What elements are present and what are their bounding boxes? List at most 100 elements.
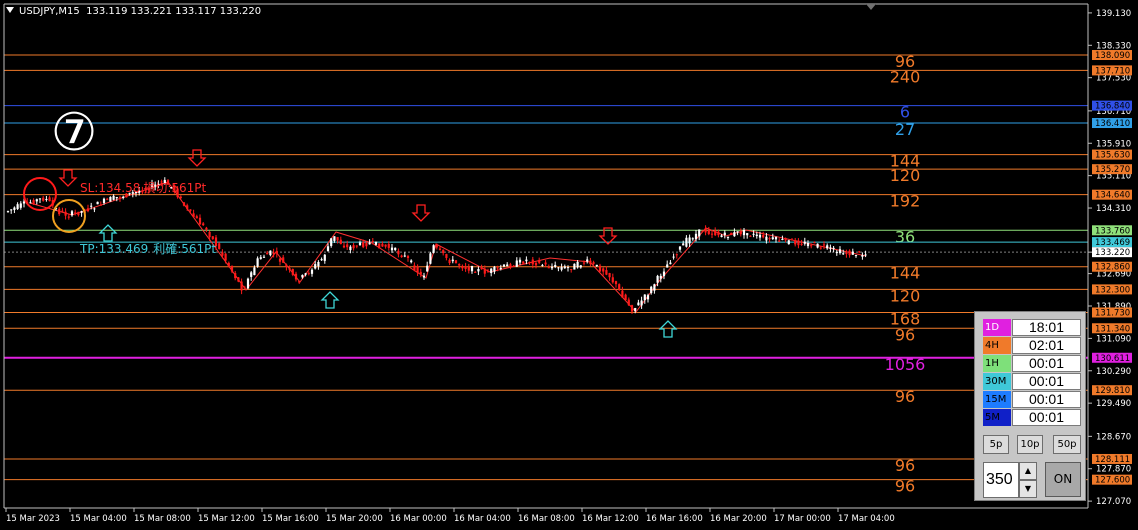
candle-body [368,242,371,245]
candle-body [29,202,32,204]
candle-body [403,255,406,257]
candle-body [454,260,458,264]
candle-body [858,251,861,253]
candle-body [413,265,416,271]
candle-body [275,250,278,254]
candle-body [406,256,410,258]
candle-body [563,266,566,269]
candle-body [528,261,531,263]
time-tick-label: 15 Mar 16:00 [262,514,319,524]
spinner-up-icon[interactable]: ▲ [1019,462,1037,480]
stop-loss-label: SL:134.58 損切:561Pt [80,180,207,195]
candle-body [195,216,198,219]
candle-body [486,271,490,273]
candle-body [205,227,208,230]
level-count-label: 36 [895,227,915,246]
candle-body [592,262,595,264]
candle-body [96,201,99,205]
candle-body [586,259,589,262]
level-count-label: 240 [890,67,921,86]
level-price-text: 135.630 [1095,151,1130,161]
pips-10-button[interactable]: 10p [1017,435,1043,454]
candle-body [410,260,413,263]
pips-5-button[interactable]: 5p [983,435,1009,454]
candle-body [819,247,822,249]
candle-body [189,209,192,211]
candle-body [560,266,563,270]
candle-body [480,267,483,270]
candle-body [371,240,374,242]
candle-body [842,253,845,255]
candle-body [179,196,182,199]
candle-body [864,254,867,256]
candle-body [397,250,400,255]
candle-body [800,243,803,245]
candle-body [595,264,598,267]
countdown-time: 00:01 [1012,391,1081,408]
candle-body [646,295,650,300]
candle-body [522,261,525,264]
symbol-timeframe: USDJPY,M15 [19,6,80,17]
level-price-text: 135.270 [1095,165,1130,175]
candle-body [365,242,368,247]
timeframe-badge: 30M [983,373,1011,390]
candle-body [61,210,64,212]
candle-body [749,235,752,237]
candle-body [256,258,259,267]
candle-body [691,238,694,240]
candle-body [541,265,544,267]
level-price-text: 131.730 [1095,308,1130,318]
time-tick-label: 15 Mar 12:00 [198,514,255,524]
candle-body [259,257,262,259]
candle-body [544,262,547,265]
level-price-text: 127.600 [1095,476,1130,486]
candle-body [384,244,387,247]
candle-body [208,231,211,238]
level-count-label: 96 [895,325,915,344]
candle-body [518,259,522,263]
candle-body [32,200,35,205]
candle-body [566,267,570,269]
candle-body [499,267,502,270]
candle-body [394,247,397,250]
time-tick-label: 15 Mar 08:00 [134,514,191,524]
pips-50-button[interactable]: 50p [1053,435,1081,454]
candle-body [464,266,467,269]
candle-body [723,232,726,236]
candle-body [704,228,707,233]
candle-body [470,266,474,272]
current-price-text: 133.220 [1095,248,1130,258]
candle-body [218,243,221,249]
candle-body [589,260,592,265]
timeframe-badge: 1H [983,355,1011,372]
candle-body [832,247,835,250]
candle-body [774,237,778,240]
candle-body [432,245,435,253]
candle-body [422,275,426,278]
candle-body [230,265,234,272]
candle-body [794,240,797,245]
candle-body [765,236,768,241]
price-chart[interactable]: 9624062714412019236144120168961056969696… [0,0,1138,530]
candle-body [573,263,576,270]
pips-spinner-input[interactable]: 350 [983,462,1019,498]
countdown-row: 1H 00:01 [983,355,1083,372]
candle-body [326,246,330,252]
candle-body [730,232,733,235]
candle-body [650,286,653,293]
candle-body [547,267,550,269]
candle-body [278,258,282,262]
candle-body [13,207,16,210]
spinner-down-icon[interactable]: ▼ [1019,480,1037,498]
time-tick-label: 15 Mar 04:00 [70,514,127,524]
candle-body [435,244,438,248]
candle-body [602,268,605,272]
price-tick-label: 129.490 [1096,399,1131,409]
triangle-down-icon[interactable] [6,7,14,13]
candle-body [598,265,602,272]
candle-body [515,260,518,267]
on-toggle-button[interactable]: ON [1045,462,1081,497]
candle-body [109,196,112,202]
level-count-label: 27 [895,120,915,139]
candle-body [58,208,61,215]
